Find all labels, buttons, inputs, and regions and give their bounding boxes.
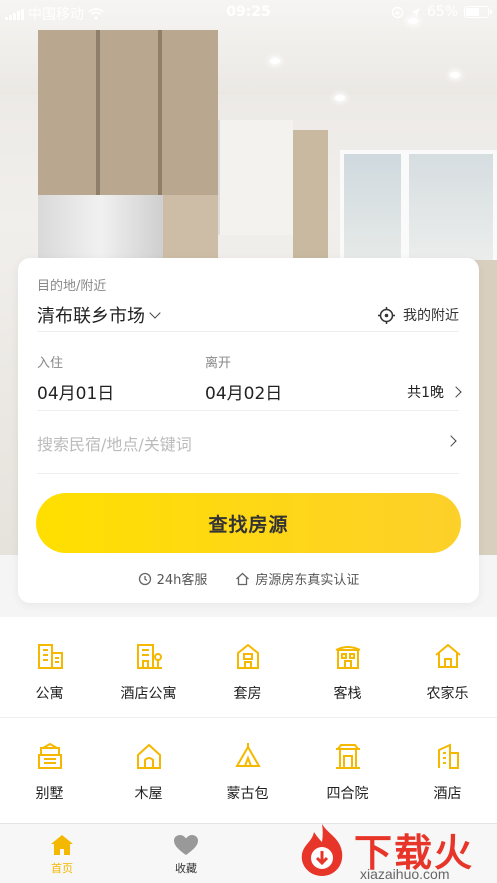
farmhouse-icon <box>434 643 461 668</box>
category-courtyard[interactable]: 四合院 <box>298 727 397 817</box>
tab-home[interactable]: 首页 <box>0 824 124 883</box>
chevron-right-icon <box>445 435 457 447</box>
villa-icon <box>37 742 62 769</box>
category-suite[interactable]: 套房 <box>198 627 297 717</box>
checkin-label: 入住 <box>37 356 64 371</box>
location-arrow-icon <box>410 7 420 17</box>
fire-logo-icon <box>301 824 343 876</box>
heart-icon <box>174 835 198 855</box>
category-farmhouse[interactable]: 农家乐 <box>398 627 497 717</box>
nearby-label: 我的附近 <box>403 308 459 324</box>
divider <box>0 717 497 718</box>
nights-count: 共1晚 <box>407 385 444 401</box>
status-bar: 中国移动 09:25 65% <box>0 0 497 26</box>
category-label: 别墅 <box>35 786 64 802</box>
keyword-search-field[interactable]: 搜索民宿/地点/关键词 <box>37 428 459 458</box>
destination-selector[interactable]: 清布联乡市场 <box>37 302 161 328</box>
category-label: 农家乐 <box>426 686 469 702</box>
destination-label: 目的地/附近 <box>37 279 107 294</box>
apartment-icon <box>37 644 63 669</box>
checkin-date[interactable]: 04月01日 <box>37 379 114 404</box>
nights-selector[interactable]: 共1晚 <box>407 382 462 402</box>
category-villa[interactable]: 别墅 <box>0 727 99 817</box>
category-cabin[interactable]: 木屋 <box>99 727 198 817</box>
home-icon <box>51 835 73 855</box>
chevron-right-icon <box>450 386 462 398</box>
destination-row: 清布联乡市场 我的附近 <box>37 302 459 332</box>
tab-favorites[interactable]: 收藏 <box>124 824 248 883</box>
inn-icon <box>335 646 360 669</box>
verified-house-icon <box>236 572 250 585</box>
battery-icon <box>464 6 492 18</box>
category-label: 酒店公寓 <box>120 686 177 702</box>
hotel-icon <box>437 743 459 769</box>
destination-city: 清布联乡市场 <box>37 306 145 327</box>
checkout-date[interactable]: 04月02日 <box>205 379 282 404</box>
cabin-icon <box>136 743 161 769</box>
clock-service-icon <box>138 572 151 585</box>
category-label: 酒店 <box>433 786 462 802</box>
divider <box>37 473 459 474</box>
category-label: 蒙古包 <box>226 786 269 802</box>
service-24h-label: 24h客服 <box>156 573 208 588</box>
find-listings-button[interactable]: 查找房源 <box>36 493 461 553</box>
category-hotel-apartment[interactable]: 酒店公寓 <box>99 627 198 717</box>
battery-percent: 65% <box>426 4 458 20</box>
category-yurt[interactable]: 蒙古包 <box>198 727 297 817</box>
assurance-row: 24h客服 房源房东真实认证 <box>18 569 479 588</box>
hotel-apartment-icon <box>136 644 162 669</box>
rotation-lock-icon <box>391 6 404 18</box>
watermark-url: xiazaihuo.com <box>360 866 450 882</box>
suite-icon <box>236 643 259 669</box>
chevron-down-icon <box>149 306 161 319</box>
verified-listing-label: 房源房东真实认证 <box>255 573 360 588</box>
category-label: 四合院 <box>326 786 369 802</box>
divider <box>37 410 459 411</box>
tab-label: 收藏 <box>175 862 197 875</box>
category-inn[interactable]: 客栈 <box>298 627 397 717</box>
watermark: 下载火 xiazaihuo.com <box>292 820 497 883</box>
search-card: 目的地/附近 清布联乡市场 我的附近 入住 离开 04月01日 04月02日 共… <box>18 258 479 603</box>
category-label: 套房 <box>233 686 262 702</box>
tab-label: 首页 <box>51 862 73 875</box>
locate-crosshair-icon <box>378 306 395 324</box>
search-placeholder: 搜索民宿/地点/关键词 <box>37 435 192 454</box>
category-label: 客栈 <box>333 686 362 702</box>
courtyard-icon <box>335 744 360 769</box>
category-apartment[interactable]: 公寓 <box>0 627 99 717</box>
yurt-icon <box>234 743 261 767</box>
category-label: 木屋 <box>134 786 163 802</box>
checkout-label: 离开 <box>205 356 232 371</box>
category-label: 公寓 <box>35 686 64 702</box>
nearby-button[interactable]: 我的附近 <box>378 305 459 325</box>
category-grid: 公寓 酒店公寓 套房 客栈 农家乐 别墅 木屋 蒙古包 四合院 酒店 <box>0 617 497 823</box>
category-hotel[interactable]: 酒店 <box>398 727 497 817</box>
